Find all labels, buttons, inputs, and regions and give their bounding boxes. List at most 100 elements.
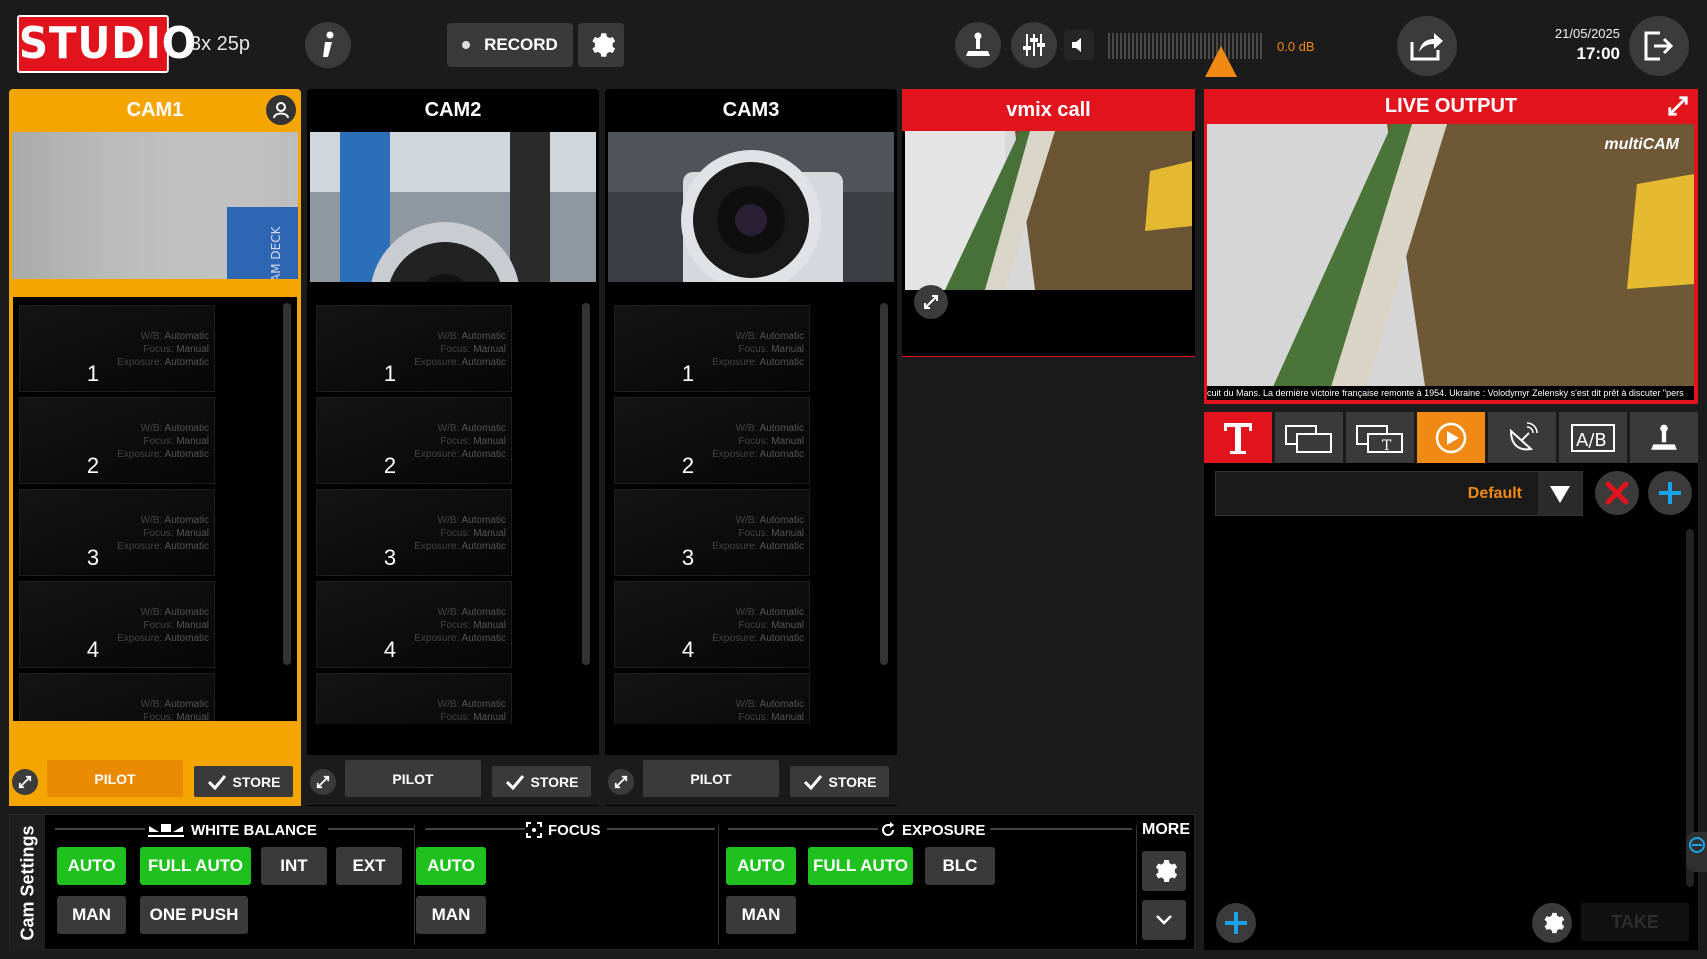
preset-scrollbar[interactable] [880, 303, 888, 665]
preset-thumbnail[interactable]: W/B: Automatic Focus: Manual Exposure: A… [19, 397, 215, 484]
side-drawer-handle[interactable] [1686, 832, 1707, 872]
preset-thumbnail[interactable]: W/B: Automatic Focus: Manual Exposure: A… [614, 397, 810, 484]
cam-settings-tab[interactable]: Cam Settings [10, 815, 45, 951]
wb-value: Automatic [164, 423, 209, 434]
more-expand-button[interactable] [1142, 900, 1186, 940]
tab-playback[interactable] [1417, 412, 1485, 463]
camera-expand-button[interactable] [12, 769, 38, 795]
exposure-title: EXPOSURE [902, 821, 986, 839]
preset-thumbnail[interactable]: W/B: Automatic Focus: Manual Exposure: A… [19, 305, 215, 392]
audio-level-marker[interactable] [1205, 46, 1237, 77]
add-button[interactable] [1648, 471, 1692, 515]
record-button[interactable]: RECORD [447, 23, 573, 67]
exposure-value: Automatic [759, 541, 804, 552]
preset-thumbnail[interactable]: W/B: Automatic Focus: Manual Exposure: A… [316, 673, 512, 724]
add-item-button[interactable] [1216, 903, 1256, 943]
store-button[interactable]: STORE [194, 766, 293, 797]
preset-scrollbar[interactable] [283, 303, 291, 665]
tab-satellite[interactable] [1488, 412, 1556, 463]
wb-label: W/B: [140, 699, 163, 710]
wb-label: W/B: [735, 607, 758, 618]
vmix-expand-button[interactable] [914, 285, 948, 319]
pilot-button[interactable]: PILOT [643, 760, 779, 797]
camera-title[interactable]: CAM2 [307, 89, 599, 131]
preset-thumbnail[interactable]: W/B: Automatic Focus: Manual Exposure: A… [614, 305, 810, 392]
share-button[interactable] [1397, 16, 1457, 76]
wb-value: Automatic [759, 515, 804, 526]
panel-settings-button[interactable] [1532, 903, 1572, 943]
preset-thumbnail[interactable]: W/B: Automatic Focus: Manual Exposure: A… [316, 489, 512, 576]
preset-dropdown-value: Default [1467, 485, 1522, 502]
preset-thumbnail[interactable]: W/B: Automatic Focus: Manual Exposure: A… [614, 581, 810, 668]
checkmark-icon [803, 774, 822, 790]
pilot-button[interactable]: PILOT [345, 760, 481, 797]
expand-icon [924, 295, 938, 309]
camera-expand-button[interactable] [608, 769, 634, 795]
wb-one-push-button[interactable]: ONE PUSH [140, 896, 248, 934]
tab-lower-third[interactable] [1275, 412, 1343, 463]
wb-full-auto-button[interactable]: FULL AUTO [140, 847, 251, 885]
camera-preview[interactable] [608, 132, 894, 282]
pilot-button[interactable]: PILOT [47, 760, 183, 797]
wb-int-button[interactable]: INT [261, 847, 327, 885]
exposure-blc-button[interactable]: BLC [925, 847, 995, 885]
logout-button[interactable] [1629, 16, 1689, 76]
lower-third-icon [1285, 424, 1332, 453]
more-settings-button[interactable] [1142, 851, 1186, 891]
joystick-button[interactable] [955, 22, 1001, 68]
wb-ext-button[interactable]: EXT [336, 847, 402, 885]
focus-label: Focus: [738, 712, 769, 723]
live-output-panel: LIVE OUTPUT multiCAM cuit du Mans. La de… [1204, 89, 1698, 404]
focus-man-button[interactable]: MAN [416, 896, 486, 934]
info-button[interactable] [305, 22, 351, 68]
chevron-down-icon[interactable] [1538, 472, 1582, 515]
focus-value: Manual [473, 436, 506, 447]
tab-title-template[interactable]: T [1346, 412, 1414, 463]
take-button[interactable]: TAKE [1581, 903, 1689, 941]
preset-number: 3 [383, 545, 397, 570]
delete-button[interactable] [1595, 471, 1639, 515]
preset-thumbnail[interactable]: W/B: Automatic Focus: Manual Exposure: A… [614, 489, 810, 576]
preset-thumbnail[interactable]: W/B: Automatic Focus: Manual Exposure: A… [19, 489, 215, 576]
mixer-sliders-icon [1023, 34, 1045, 56]
operator-avatar-icon[interactable] [266, 95, 296, 125]
wb-man-button[interactable]: MAN [57, 896, 126, 934]
more-label: MORE [1142, 821, 1190, 838]
tab-title[interactable] [1204, 412, 1272, 463]
exposure-auto-button[interactable]: AUTO [726, 847, 796, 885]
format-label: 3x 25p [190, 33, 251, 55]
preset-thumbnail[interactable]: W/B: Automatic Focus: Manual Exposure: A… [19, 581, 215, 668]
wb-label: W/B: [437, 331, 460, 342]
wb-auto-button[interactable]: AUTO [57, 847, 126, 885]
preset-thumbnail[interactable]: W/B: Automatic Focus: Manual Exposure: A… [19, 673, 215, 721]
tab-ab-transition[interactable]: A/B [1559, 412, 1627, 463]
mixer-button[interactable] [1011, 22, 1057, 68]
live-brand-logo: multiCAM [1604, 136, 1679, 153]
preset-thumbnail[interactable]: W/B: Automatic Focus: Manual Exposure: A… [614, 673, 810, 724]
vmix-preview[interactable] [905, 131, 1192, 290]
preset-thumbnail[interactable]: W/B: Automatic Focus: Manual Exposure: A… [316, 305, 512, 392]
camera-preview[interactable]: AM DECK [12, 132, 298, 279]
camera-preview[interactable] [310, 132, 596, 282]
camera-title[interactable]: CAM1 [9, 89, 301, 131]
focus-auto-button[interactable]: AUTO [416, 847, 486, 885]
camera-title[interactable]: CAM3 [605, 89, 897, 131]
record-settings-button[interactable] [578, 23, 624, 67]
live-fullscreen-button[interactable] [1664, 93, 1692, 119]
store-button[interactable]: STORE [492, 766, 591, 797]
joystick-icon [1651, 424, 1677, 450]
focus-label: Focus: [143, 436, 174, 447]
preset-thumbnail[interactable]: W/B: Automatic Focus: Manual Exposure: A… [316, 397, 512, 484]
preset-info: W/B: Automatic Focus: Manual Exposure: A… [117, 698, 209, 721]
tab-joystick[interactable] [1630, 412, 1698, 463]
mute-button[interactable] [1064, 30, 1094, 60]
store-button[interactable]: STORE [790, 766, 889, 797]
exposure-man-button[interactable]: MAN [726, 896, 796, 934]
wb-value: Automatic [164, 331, 209, 342]
wb-label: W/B: [140, 515, 163, 526]
camera-expand-button[interactable] [310, 769, 336, 795]
preset-thumbnail[interactable]: W/B: Automatic Focus: Manual Exposure: A… [316, 581, 512, 668]
exposure-full-auto-button[interactable]: FULL AUTO [808, 847, 913, 885]
preset-dropdown[interactable]: Default [1215, 471, 1583, 516]
preset-scrollbar[interactable] [582, 303, 590, 665]
